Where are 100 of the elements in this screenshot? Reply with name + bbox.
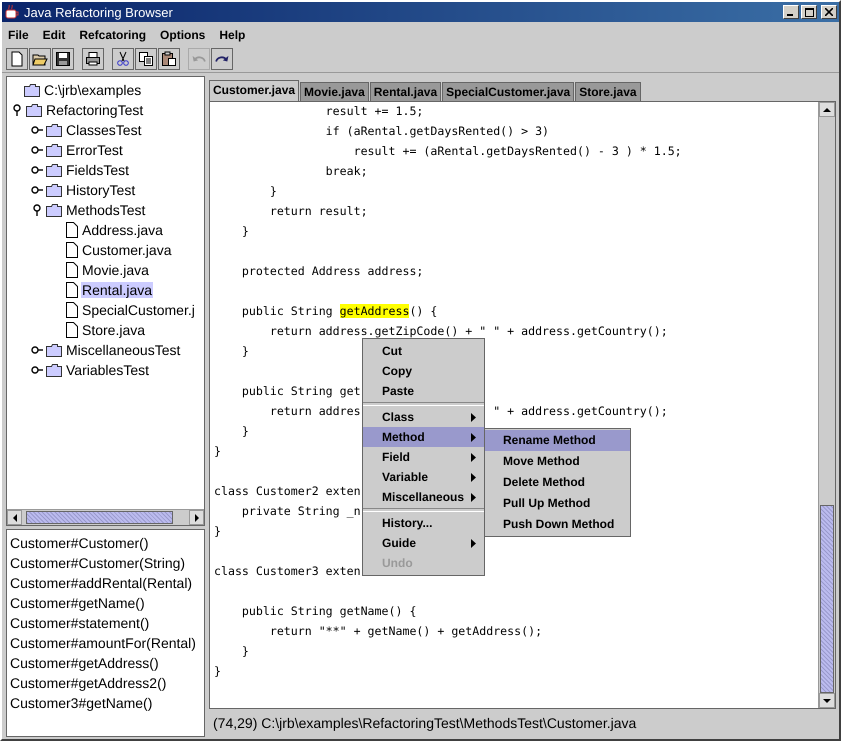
context-menu-item[interactable]: Class xyxy=(363,407,484,427)
save-tool-button[interactable] xyxy=(52,48,74,70)
file-icon xyxy=(66,302,78,318)
submenu-arrow-icon xyxy=(471,538,476,548)
menu-item[interactable]: Options xyxy=(160,28,206,42)
tree-item[interactable]: SpecialCustomer.j xyxy=(81,302,196,318)
cut-tool-button[interactable] xyxy=(112,48,134,70)
copy-tool-button[interactable] xyxy=(135,48,157,70)
file-tab[interactable]: Customer.java xyxy=(209,80,300,101)
code-line: if (aRental.getDaysRented() > 3) xyxy=(324,123,550,140)
context-menu-item[interactable]: Paste xyxy=(363,381,484,401)
tree-item[interactable]: Address.java xyxy=(81,222,164,238)
context-menu-item[interactable]: Method xyxy=(363,427,484,447)
tree-handle-icon[interactable] xyxy=(31,204,43,216)
maximize-button[interactable] xyxy=(801,5,817,19)
method-list-item[interactable]: Customer#addRental(Rental) xyxy=(7,573,204,593)
print-tool-button[interactable] xyxy=(82,48,104,70)
vertical-scrollbar[interactable] xyxy=(818,102,835,708)
tree-handle-icon[interactable] xyxy=(31,184,43,196)
horizontal-scrollbar[interactable] xyxy=(7,509,204,525)
menu-item[interactable]: Refcatoring xyxy=(79,28,146,42)
tree-item[interactable]: C:\jrb\examples xyxy=(43,82,142,98)
tree-handle-icon[interactable] xyxy=(31,164,43,176)
menu-item[interactable]: Help xyxy=(219,28,246,42)
submenu-arrow-icon xyxy=(471,492,476,502)
code-line: } xyxy=(240,343,249,360)
new-tool-button[interactable] xyxy=(6,48,28,70)
scroll-right-icon[interactable] xyxy=(189,510,204,525)
method-list-item[interactable]: Customer#getAddress() xyxy=(7,653,204,673)
tree-item[interactable]: Rental.java xyxy=(81,282,154,298)
tree-handle-icon[interactable] xyxy=(11,104,23,116)
submenu-item[interactable]: Pull Up Method xyxy=(485,493,630,514)
tree-item[interactable]: Store.java xyxy=(81,322,146,338)
tree-item[interactable]: HistoryTest xyxy=(65,182,136,198)
tree-handle-icon[interactable] xyxy=(31,344,43,356)
method-list-item[interactable]: Customer#statement() xyxy=(7,613,204,633)
method-list-item[interactable]: Customer#getName() xyxy=(7,593,204,613)
file-tab[interactable]: Store.java xyxy=(575,82,641,101)
paste-tool-button[interactable] xyxy=(158,48,180,70)
file-icon xyxy=(66,262,78,278)
file-tab[interactable]: Movie.java xyxy=(300,82,369,101)
tree-item[interactable]: Customer.java xyxy=(81,242,172,258)
code-line: class Customer3 exten xyxy=(214,563,361,580)
folder-icon xyxy=(26,104,42,116)
tree-item[interactable]: ErrorTest xyxy=(65,142,124,158)
submenu-arrow-icon xyxy=(471,452,476,462)
scroll-left-icon[interactable] xyxy=(7,510,22,525)
folder-icon xyxy=(24,84,40,96)
scroll-up-icon[interactable] xyxy=(819,102,835,117)
minimize-button[interactable] xyxy=(783,5,799,19)
status-text: (74,29) C:\jrb\examples\RefactoringTest\MethodsTest\Customer.java xyxy=(212,714,638,733)
file-icon xyxy=(66,282,78,298)
context-menu-item[interactable]: Miscellaneous xyxy=(363,487,484,507)
code-line: protected Address address; xyxy=(240,263,424,280)
code-line: public String getAddress() { xyxy=(240,303,438,320)
file-icon xyxy=(66,242,78,258)
tree-item[interactable]: MiscellaneousTest xyxy=(65,342,182,358)
tree-item[interactable]: ClassesTest xyxy=(65,122,142,138)
cup-icon xyxy=(4,4,20,20)
folder-icon xyxy=(46,124,62,136)
submenu-item[interactable]: Push Down Method xyxy=(485,514,630,535)
tree-item[interactable]: VariablesTest xyxy=(65,362,150,378)
tree-item[interactable]: FieldsTest xyxy=(65,162,130,178)
method-list-item[interactable]: Customer3#getName() xyxy=(7,693,204,713)
redo-tool-button[interactable] xyxy=(211,48,233,70)
method-list-item[interactable]: Customer#Customer(String) xyxy=(7,553,204,573)
scroll-down-icon[interactable] xyxy=(819,693,835,708)
submenu-item[interactable]: Delete Method xyxy=(485,472,630,493)
code-line: } xyxy=(214,663,221,680)
tree-handle-icon[interactable] xyxy=(31,144,43,156)
close-button[interactable] xyxy=(821,5,837,19)
context-menu-item[interactable]: Field xyxy=(363,447,484,467)
folder-icon xyxy=(46,164,62,176)
code-line: break; xyxy=(324,163,368,180)
method-list-item[interactable]: Customer#Customer() xyxy=(7,533,204,553)
context-menu-item[interactable]: Copy xyxy=(363,361,484,381)
tree-item[interactable]: RefactoringTest xyxy=(45,102,144,118)
tree-item[interactable]: MethodsTest xyxy=(65,202,146,218)
method-list-item[interactable]: Customer#getAddress2() xyxy=(7,673,204,693)
code-line: public String get xyxy=(240,383,361,400)
context-menu-item[interactable]: Guide xyxy=(363,533,484,553)
folder-icon xyxy=(46,204,62,216)
menu-item[interactable]: Edit xyxy=(42,28,66,42)
code-line: } xyxy=(214,523,221,540)
tree-handle-icon[interactable] xyxy=(31,364,43,376)
context-menu-item[interactable]: Variable xyxy=(363,467,484,487)
method-list-item[interactable]: Customer#amountFor(Rental) xyxy=(7,633,204,653)
context-menu-item[interactable]: Cut xyxy=(363,341,484,361)
code-line: } xyxy=(268,183,277,200)
code-line: class Customer2 exten xyxy=(214,483,361,500)
submenu-item[interactable]: Move Method xyxy=(485,451,630,472)
tree-item[interactable]: Movie.java xyxy=(81,262,150,278)
file-tab[interactable]: SpecialCustomer.java xyxy=(442,82,574,101)
printer-icon xyxy=(85,51,101,67)
open-tool-button[interactable] xyxy=(29,48,51,70)
context-menu-item[interactable]: History... xyxy=(363,513,484,533)
file-tab[interactable]: Rental.java xyxy=(370,82,442,101)
menu-item[interactable]: File xyxy=(8,28,29,42)
tree-handle-icon[interactable] xyxy=(31,124,43,136)
submenu-item[interactable]: Rename Method xyxy=(485,430,630,451)
